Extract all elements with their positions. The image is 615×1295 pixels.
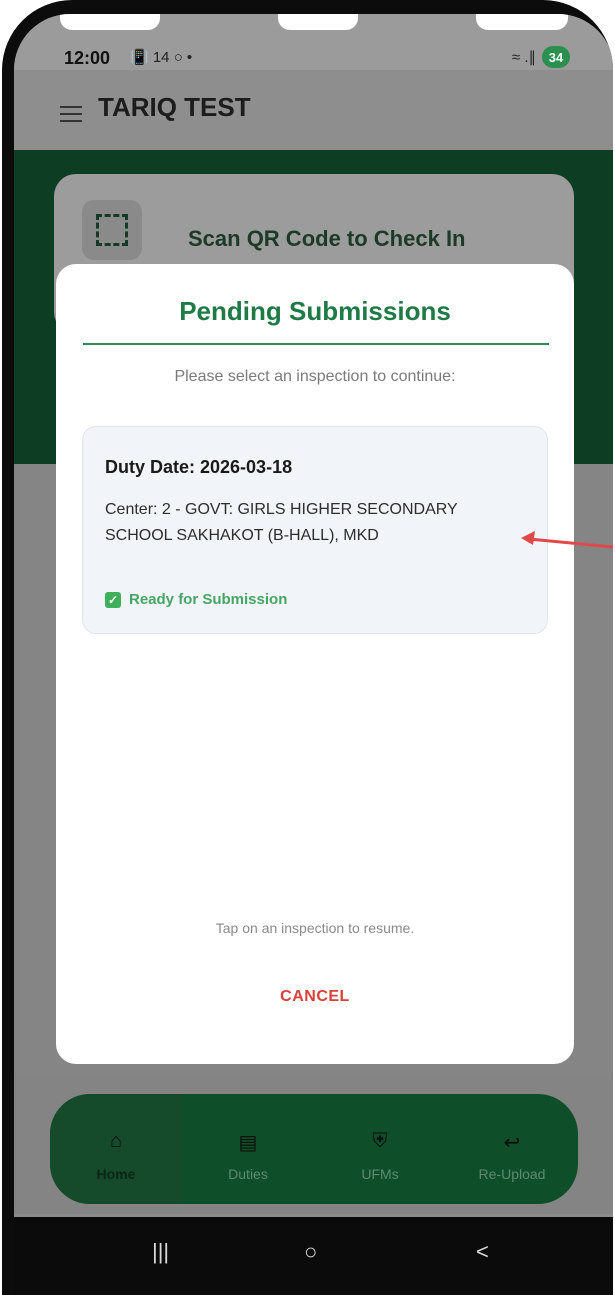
hamburger-menu-icon[interactable] xyxy=(60,106,82,122)
status-time: 12:00 xyxy=(64,48,111,68)
app-bar: TARIQ TEST xyxy=(14,70,613,150)
dialog-subtitle: Please select an inspection to continue: xyxy=(174,368,456,385)
cancel-button[interactable]: CANCEL xyxy=(56,988,574,1006)
bottom-navigation: ⌂ Home ▤ Duties ⛨ UFMs ↩ Re-Upload xyxy=(50,1094,578,1204)
center-name: Center: 2 - GOVT: GIRLS HIGHER SECONDARY… xyxy=(105,501,458,544)
status-text: Ready for Submission xyxy=(129,591,288,608)
camera-notch xyxy=(476,14,568,30)
app-screen: 12:00 📳 14 ○ • ≈ .∥ 34 TARIQ TEST Scan Q… xyxy=(14,14,613,1295)
duty-date: Duty Date: 2026-03-18 xyxy=(105,457,293,477)
inspection-item[interactable]: Duty Date: 2026-03-18 Center: 2 - GOVT: … xyxy=(82,426,548,634)
qr-code-icon xyxy=(82,200,142,260)
reply-icon: ↩ xyxy=(503,1132,521,1154)
phone-frame: 12:00 📳 14 ○ • ≈ .∥ 34 TARIQ TEST Scan Q… xyxy=(2,0,613,1295)
nav-item-ufms[interactable]: ⛨ UFMs xyxy=(314,1094,446,1204)
recents-button[interactable]: ||| xyxy=(152,1239,169,1265)
home-button[interactable]: ○ xyxy=(304,1239,317,1265)
dialog-hint: Tap on an inspection to resume. xyxy=(215,920,415,936)
check-icon: ✓ xyxy=(105,591,121,608)
status-bar: 12:00 📳 14 ○ • ≈ .∥ 34 xyxy=(14,14,613,70)
status-badge: ✓ Ready for Submission xyxy=(105,591,287,608)
signal-icon: ≈ .∥ xyxy=(511,49,536,66)
status-indicators: ≈ .∥ 34 xyxy=(512,46,570,68)
system-navigation-bar: ||| ○ < xyxy=(14,1217,613,1295)
camera-notch xyxy=(60,14,160,30)
nav-item-duties[interactable]: ▤ Duties xyxy=(182,1094,314,1204)
annotation-arrow-icon xyxy=(521,531,613,549)
notification-icons: 📳 14 ○ • xyxy=(130,49,193,66)
home-icon: ⌂ xyxy=(109,1130,123,1152)
scan-qr-label: Scan QR Code to Check In xyxy=(188,226,466,251)
nav-item-reupload[interactable]: ↩ Re-Upload xyxy=(446,1094,578,1204)
pending-submissions-dialog: Pending Submissions Please select an ins… xyxy=(56,264,574,1064)
nav-label: Duties xyxy=(228,1166,268,1182)
nav-label: Re-Upload xyxy=(478,1166,546,1182)
app-title: TARIQ TEST xyxy=(98,92,251,122)
dialog-title: Pending Submissions xyxy=(179,296,451,326)
battery-icon: 34 xyxy=(542,46,570,68)
camera-notch xyxy=(278,14,358,30)
shield-x-icon: ⛨ xyxy=(372,1130,388,1152)
back-button[interactable]: < xyxy=(476,1239,489,1265)
nav-label: Home xyxy=(96,1166,136,1182)
nav-label: UFMs xyxy=(361,1166,399,1182)
title-divider xyxy=(83,343,549,345)
clipboard-icon: ▤ xyxy=(238,1132,258,1154)
nav-item-home[interactable]: ⌂ Home xyxy=(50,1094,182,1204)
